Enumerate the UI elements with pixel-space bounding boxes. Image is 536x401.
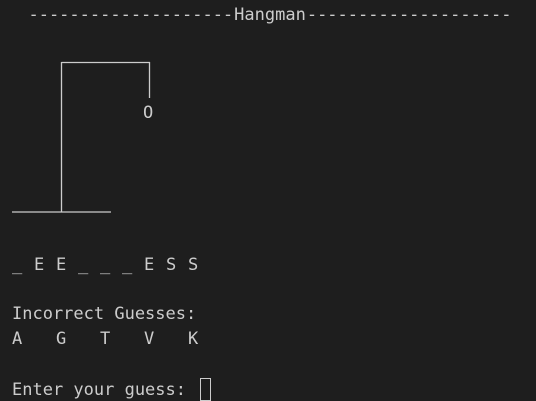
incorrect-guess-letter: V	[144, 329, 155, 349]
incorrect-guesses-label: Incorrect Guesses:	[12, 304, 197, 324]
word-letter-slot: _	[78, 255, 89, 275]
incorrect-guess-letter: G	[56, 329, 67, 349]
incorrect-guesses-list: AGTVK	[12, 329, 232, 349]
guess-prompt-line[interactable]: Enter your guess:	[12, 378, 212, 401]
word-letter-slot: E	[56, 255, 67, 275]
word-letter-slot: _	[100, 255, 111, 275]
word-letter-slot: S	[188, 255, 199, 275]
word-letter-slot: E	[144, 255, 155, 275]
incorrect-guess-letter: T	[100, 329, 111, 349]
word-display: _ E E _ _ _ E S S	[12, 255, 210, 275]
incorrect-guess-letter: K	[188, 329, 199, 349]
incorrect-guess-letter: A	[12, 329, 23, 349]
word-letter-slot: _	[12, 255, 23, 275]
text-cursor[interactable]	[200, 378, 212, 401]
word-letter-slot: _	[122, 255, 133, 275]
word-letter-slot: E	[34, 255, 45, 275]
hangman-head: O	[143, 103, 154, 123]
guess-prompt-label: Enter your guess:	[12, 379, 197, 400]
terminal-window: -------------------- Hangman -----------…	[0, 0, 536, 401]
word-letter-slot: S	[166, 255, 177, 275]
